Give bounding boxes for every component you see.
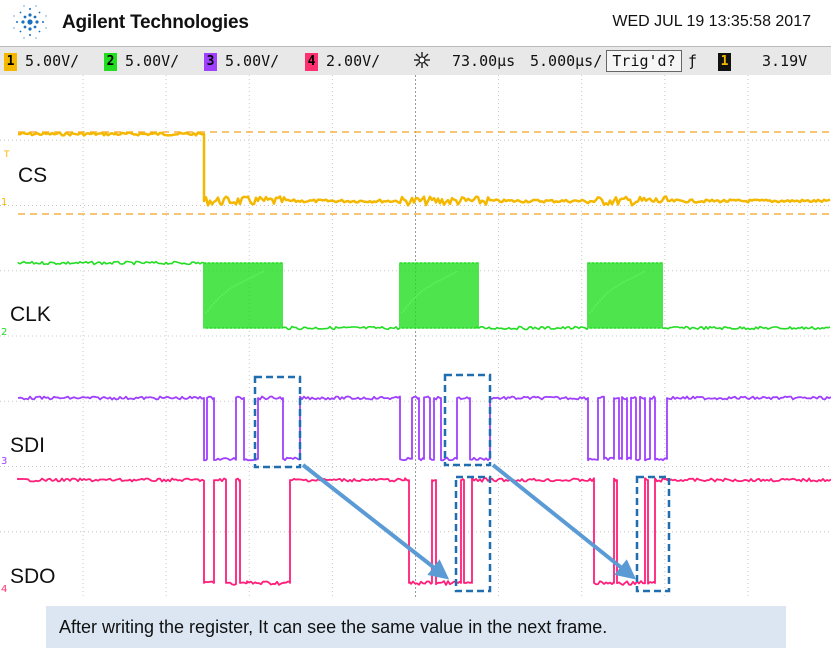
ch2-scale-value: 5.00V/ — [125, 52, 180, 70]
trigger-level-marker: T — [3, 150, 10, 160]
brand-name: Agilent Technologies — [62, 12, 249, 33]
ch1-ground-marker: 1 — [1, 197, 7, 208]
trigger-source-badge: 1 — [718, 53, 731, 71]
trigger-source[interactable]: 1 — [718, 47, 739, 75]
ch4-scale-value: 2.00V/ — [326, 52, 381, 70]
ch2-scale[interactable]: 2 5.00V/ — [104, 47, 179, 75]
ch2-ground-marker: 2 — [1, 327, 7, 338]
ch3-ground-marker: 3 — [1, 456, 7, 467]
trace-label-cs: CS — [18, 164, 47, 187]
trigger-edge-icon: ƒ — [688, 52, 698, 70]
ch1-badge: 1 — [4, 53, 17, 71]
trace-label-sdi: SDI — [10, 434, 45, 457]
time-offset[interactable]: 73.00μs — [452, 47, 515, 75]
waveform-display: CS CLK SDI SDO T 1 2 3 4 — [0, 75, 831, 597]
ch1-scale[interactable]: 1 5.00V/ — [4, 47, 79, 75]
ch4-ground-marker: 4 — [1, 584, 7, 595]
ch3-badge: 3 — [204, 53, 217, 71]
timebase[interactable]: 5.000μs/ — [530, 47, 602, 75]
ch1-scale-value: 5.00V/ — [25, 52, 80, 70]
trigger-level[interactable]: 3.19V — [762, 47, 807, 75]
ch4-badge: 4 — [305, 53, 318, 71]
scope-header: Agilent Technologies WED JUL 19 13:35:58… — [0, 0, 831, 46]
agilent-spark-logo-icon — [13, 5, 47, 39]
trace-label-sdo: SDO — [10, 565, 56, 588]
ch3-scale-value: 5.00V/ — [225, 52, 280, 70]
time-reference-icon — [412, 47, 432, 75]
annotation-caption: After writing the register, It can see t… — [46, 606, 786, 648]
ch3-scale[interactable]: 3 5.00V/ — [204, 47, 279, 75]
trigger-status: Trig'd? — [606, 50, 682, 72]
status-bar: 1 5.00V/ 2 5.00V/ 3 5.00V/ 4 2.00V/ 73.00μs … — [0, 46, 831, 76]
ch4-scale[interactable]: 4 2.00V/ — [305, 47, 380, 75]
date-time: WED JUL 19 13:35:58 2017 — [612, 13, 811, 30]
ch2-badge: 2 — [104, 53, 117, 71]
trace-label-clk: CLK — [10, 303, 51, 326]
